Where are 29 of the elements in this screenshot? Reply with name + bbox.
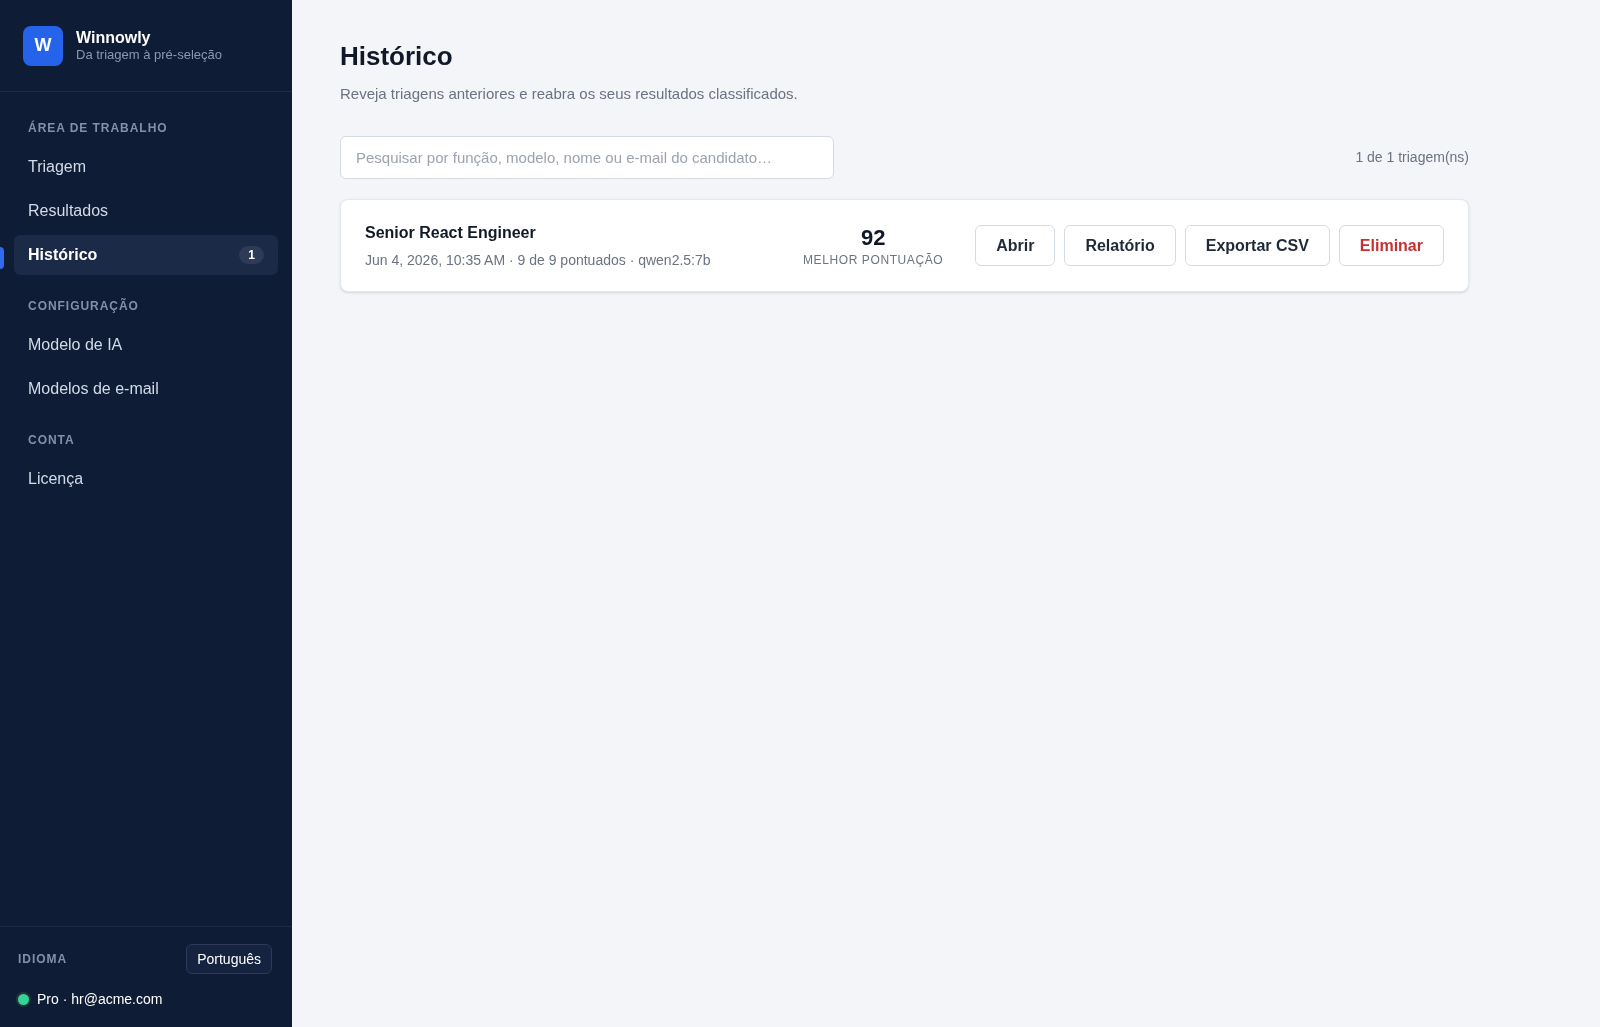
brand-tagline: Da triagem à pré-seleção	[76, 46, 222, 63]
score-label: MELHOR PONTUAÇÃO	[803, 251, 944, 268]
page-title: Histórico	[340, 40, 454, 72]
nav-item[interactable]: Triagem	[14, 147, 278, 187]
action-button[interactable]: Abrir	[975, 225, 1056, 266]
account-info: Pro · hr@acme.com	[37, 989, 163, 1009]
count-badge: 1	[239, 246, 264, 264]
logo-icon: W	[23, 25, 63, 66]
page-subtitle: Reveja triagens anteriores e reabra os seus resultados classificados.	[340, 84, 799, 104]
language-button[interactable]: Português	[186, 944, 272, 974]
active-indicator	[0, 247, 4, 269]
nav-item[interactable]: Licença	[14, 459, 278, 499]
nav-item[interactable]: Resultados	[14, 191, 278, 231]
run-title: Senior React Engineer	[365, 222, 537, 243]
nav-item[interactable]: Modelos de e-mail	[14, 369, 278, 409]
action-button[interactable]: Relatório	[1064, 225, 1176, 266]
language-label: IDIOMA	[18, 951, 68, 968]
section-heading: CONTA	[27, 432, 76, 448]
run-details: Jun 4, 2026, 10:35 AM · 9 de 9 pontuados · qwen2.5:7b	[365, 250, 712, 269]
action-button[interactable]: Eliminar	[1338, 225, 1444, 266]
search-field[interactable]: Pesquisar por função, modelo, nome ou e-mail do candidato…	[340, 136, 834, 179]
section-heading: CONFIGURAÇÃO	[27, 298, 140, 314]
section-heading: ÁREA DE TRABALHO	[27, 120, 169, 136]
nav-item[interactable]: Modelo de IA	[14, 325, 278, 365]
result-count: 1 de 1 triagem(ns)	[1355, 148, 1469, 167]
best-score: 92	[860, 223, 886, 252]
nav-item[interactable]: Histórico 1	[14, 235, 278, 275]
brand-name: Winnowly	[76, 28, 152, 47]
action-button[interactable]: Exportar CSV	[1184, 225, 1330, 266]
